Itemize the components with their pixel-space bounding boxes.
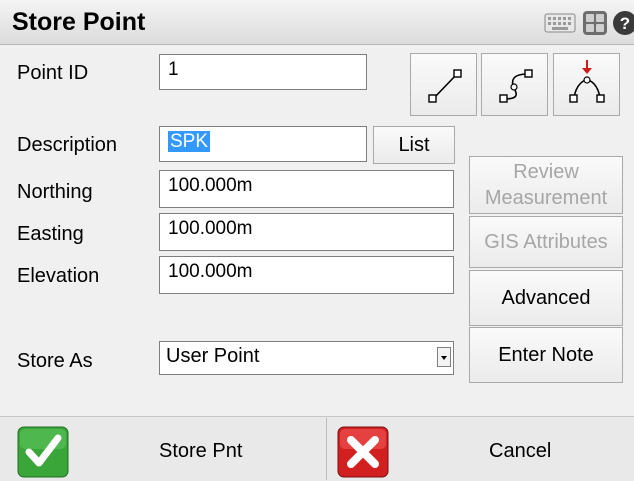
line-icon — [428, 69, 462, 103]
calculator-icon[interactable] — [582, 10, 608, 36]
store-as-select[interactable]: User Point — [159, 341, 454, 375]
arc-button[interactable] — [553, 53, 620, 116]
description-label: Description — [17, 134, 118, 156]
description-value: SPK — [168, 131, 211, 152]
store-pnt-label: Store Pnt — [159, 440, 243, 462]
keyboard-icon[interactable] — [544, 10, 576, 34]
elevation-input[interactable]: 100.000m — [159, 256, 454, 294]
store-as-label: Store As — [17, 350, 93, 372]
svg-text:?: ? — [620, 14, 630, 33]
advanced-button[interactable]: Advanced — [469, 270, 623, 326]
title-bar: Store Point ? — [0, 0, 634, 45]
description-input[interactable]: SPK — [159, 126, 367, 162]
polyline-button[interactable] — [481, 53, 548, 116]
northing-input[interactable]: 100.000m — [159, 170, 454, 208]
point-id-label: Point ID — [17, 62, 89, 84]
point-id-input[interactable]: 1 — [159, 54, 367, 90]
elevation-label: Elevation — [17, 265, 100, 287]
list-button[interactable]: List — [373, 126, 455, 164]
line-button[interactable] — [410, 53, 477, 116]
northing-label: Northing — [17, 181, 93, 203]
arc-icon — [569, 60, 605, 103]
store-point-button[interactable]: Store Pnt — [0, 416, 326, 480]
store-as-value: User Point — [166, 345, 260, 367]
gis-attributes-button[interactable]: GIS Attributes — [469, 216, 623, 268]
help-icon[interactable]: ? — [612, 10, 634, 36]
dropdown-arrow-icon[interactable] — [437, 347, 451, 367]
cancel-button[interactable]: Cancel — [327, 416, 634, 480]
polyline-icon — [499, 69, 533, 103]
enter-note-button[interactable]: Enter Note — [469, 327, 623, 383]
cancel-label: Cancel — [489, 440, 552, 462]
review-measurement-button[interactable]: Review Measurement — [469, 156, 623, 214]
window-title: Store Point — [12, 8, 146, 36]
cancel-x-icon — [337, 426, 389, 478]
easting-input[interactable]: 100.000m — [159, 213, 454, 251]
easting-label: Easting — [17, 223, 84, 245]
checkmark-icon — [17, 426, 69, 478]
